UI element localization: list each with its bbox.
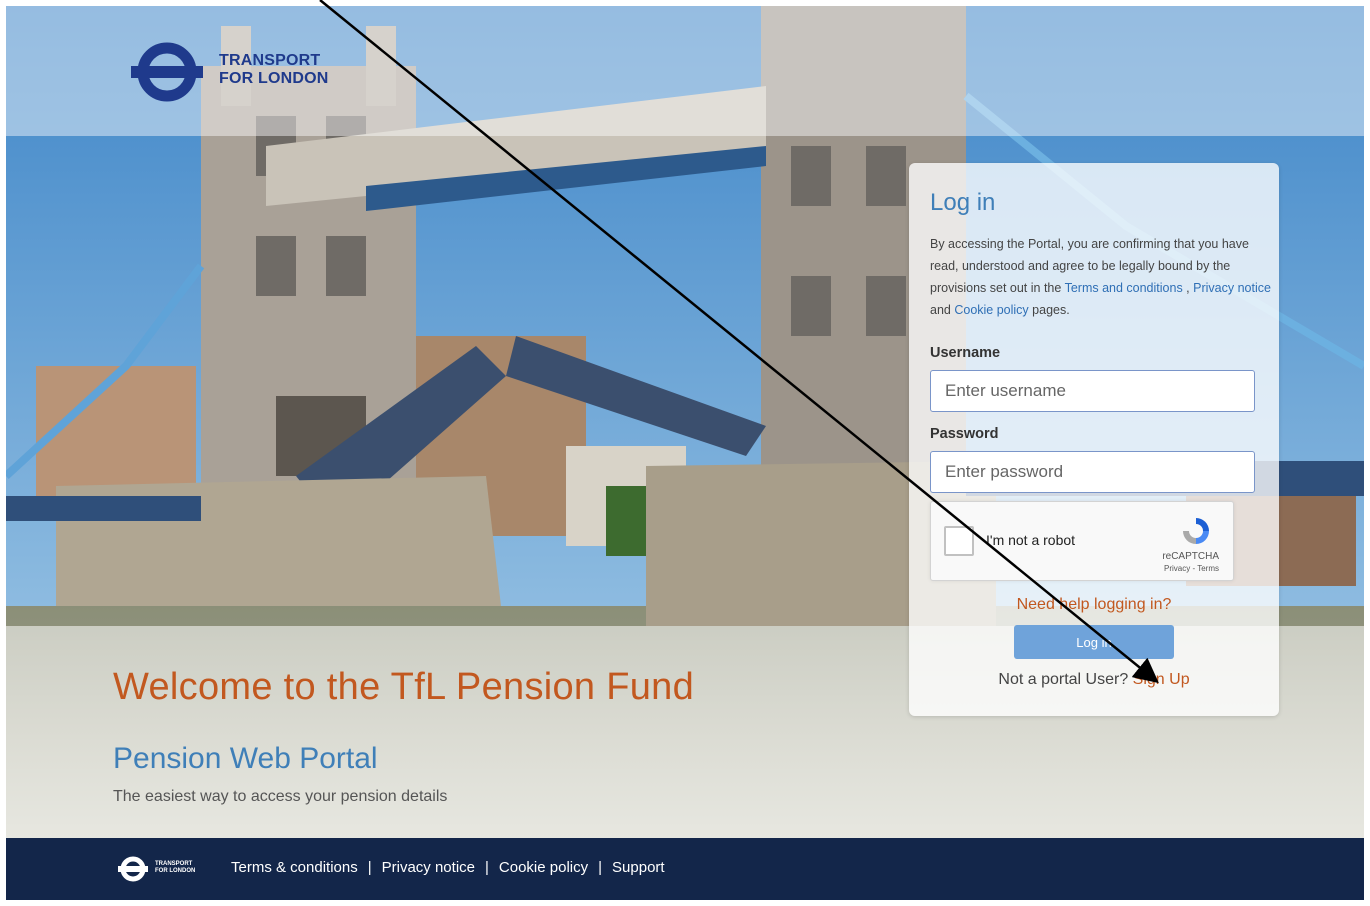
portal-subtitle: The easiest way to access your pension d… [113, 788, 448, 805]
login-heading: Log in [930, 189, 996, 216]
footer-tfl-logo[interactable]: TRANSPORT FOR LONDON [117, 854, 217, 884]
footer-privacy-link[interactable]: Privacy notice [382, 859, 475, 876]
not-user-text: Not a portal User? [998, 671, 1133, 688]
footer-cookie-link[interactable]: Cookie policy [499, 859, 588, 876]
tfl-logo[interactable]: TRANSPORT FOR LONDON [131, 36, 351, 106]
footer-logo-line-2: FOR LONDON [155, 868, 196, 874]
portal-title: Pension Web Portal [113, 742, 378, 775]
footer-logo-line-1: TRANSPORT [155, 861, 193, 867]
recaptcha-icon [1183, 518, 1209, 544]
desc-pages: pages. [1028, 303, 1070, 317]
page-frame: TRANSPORT FOR LONDON Welcome to the TfL … [6, 6, 1364, 900]
logo-line-2: FOR LONDON [219, 70, 329, 87]
need-help-link[interactable]: Need help logging in? [909, 596, 1279, 614]
footer: TRANSPORT FOR LONDON Terms & conditions |… [6, 838, 1364, 900]
password-input[interactable] [930, 451, 1255, 493]
recaptcha-brand: reCAPTCHA [1162, 551, 1219, 562]
cookie-link[interactable]: Cookie policy [954, 303, 1028, 317]
signup-line: Not a portal User? Sign Up [909, 671, 1279, 689]
tfl-logo-text: TRANSPORT FOR LONDON [219, 52, 329, 88]
tfl-roundel-icon [131, 42, 203, 102]
recaptcha-widget: I'm not a robot reCAPTCHA Privacy - Term… [930, 501, 1234, 581]
footer-support-link[interactable]: Support [612, 859, 665, 876]
footer-terms-link[interactable]: Terms & conditions [231, 859, 358, 876]
signup-link[interactable]: Sign Up [1133, 671, 1190, 688]
footer-nav: Terms & conditions | Privacy notice | Cookie… [231, 859, 665, 876]
username-label: Username [930, 345, 1001, 361]
desc-and: and [930, 303, 955, 317]
footer-logo-text: TRANSPORT FOR LONDON [155, 861, 195, 875]
welcome-heading: Welcome to the TfL Pension Fund [113, 666, 695, 708]
footer-tfl-roundel-icon [118, 856, 148, 882]
recaptcha-links[interactable]: Privacy - Terms [1164, 564, 1219, 573]
login-button[interactable]: Log in [1014, 625, 1174, 659]
recaptcha-checkbox[interactable] [944, 526, 974, 556]
password-label: Password [930, 426, 999, 442]
privacy-link[interactable]: Privacy notice [1193, 281, 1271, 295]
footer-separator: | [367, 859, 372, 876]
terms-link[interactable]: Terms and conditions [1065, 281, 1183, 295]
desc-comma: , [1182, 281, 1194, 295]
footer-separator: | [485, 859, 489, 876]
footer-separator: | [598, 859, 603, 876]
recaptcha-label: I'm not a robot [986, 532, 1076, 548]
login-description: By accessing the Portal, you are confirm… [930, 233, 1272, 321]
username-input[interactable] [930, 370, 1255, 412]
login-panel: Log in By accessing the Portal, you are … [909, 163, 1279, 716]
logo-line-1: TRANSPORT [219, 52, 321, 69]
